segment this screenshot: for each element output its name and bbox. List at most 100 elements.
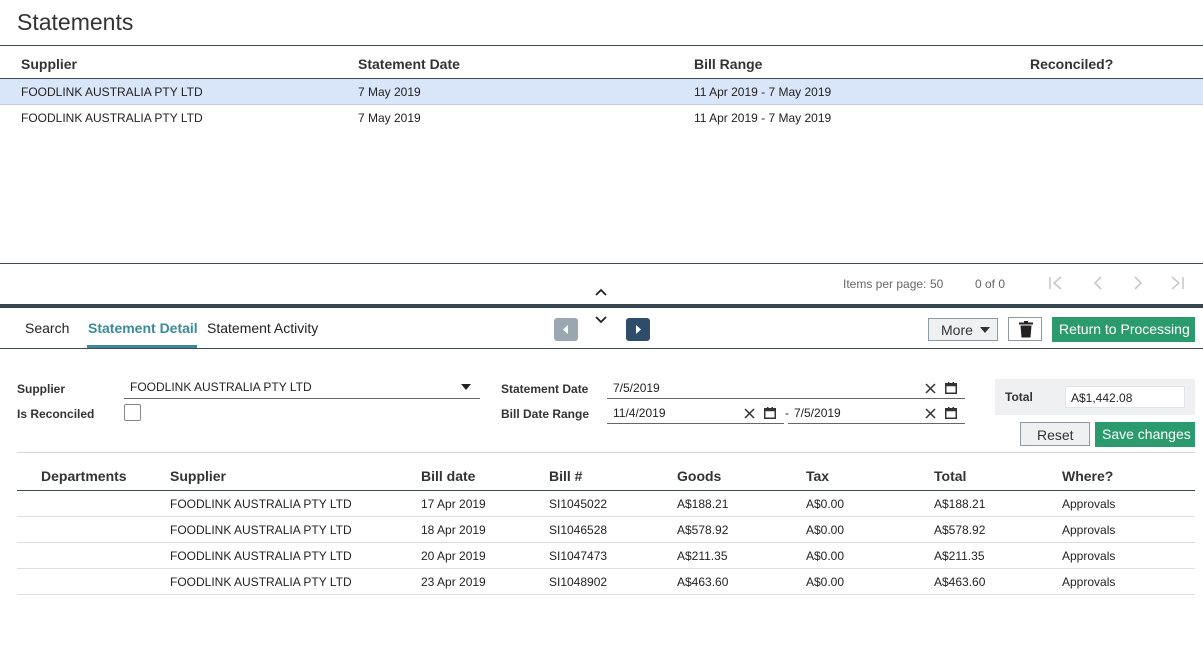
column-header-reconciled[interactable]: Reconciled?: [1030, 56, 1113, 72]
column-header-tax[interactable]: Tax: [806, 468, 829, 484]
bill-tax: A$0.00: [806, 549, 845, 563]
return-to-processing-button[interactable]: Return to Processing: [1052, 317, 1195, 342]
collapse-up-icon[interactable]: [594, 287, 608, 297]
trash-icon: [1019, 321, 1033, 338]
is-reconciled-label: Is Reconciled: [17, 407, 95, 421]
total-label: Total: [1005, 390, 1033, 404]
bill-date: 17 Apr 2019: [421, 497, 486, 511]
page-title: Statements: [17, 9, 134, 35]
statement-row[interactable]: FOODLINK AUSTRALIA PTY LTD 7 May 2019 11…: [0, 105, 1203, 131]
bill-date-from-input[interactable]: 11/4/2019: [613, 406, 666, 420]
statement-date-label: Statement Date: [501, 382, 589, 396]
statements-grid-header: Supplier Statement Date Bill Range Recon…: [0, 46, 1203, 79]
bill-date-to-calendar-icon[interactable]: [945, 407, 957, 419]
tab-search[interactable]: Search: [25, 320, 69, 336]
statement-bill-range: 11 Apr 2019 - 7 May 2019: [694, 85, 832, 99]
total-value: A$1,442.08: [1071, 391, 1133, 405]
bill-tax: A$0.00: [806, 575, 845, 589]
panel-splitter[interactable]: [0, 304, 1203, 308]
bill-where: Approvals: [1062, 497, 1116, 511]
bill-number: SI1046528: [549, 523, 608, 537]
bill-number: SI1047473: [549, 549, 608, 563]
items-per-page-select[interactable]: 50: [930, 277, 943, 291]
statement-supplier: FOODLINK AUSTRALIA PTY LTD: [21, 111, 203, 125]
bill-where: Approvals: [1062, 575, 1116, 589]
bill-supplier: FOODLINK AUSTRALIA PTY LTD: [170, 523, 352, 537]
bill-row[interactable]: FOODLINK AUSTRALIA PTY LTD 17 Apr 2019 S…: [17, 491, 1195, 517]
statement-date: 7 May 2019: [358, 85, 421, 99]
statement-supplier: FOODLINK AUSTRALIA PTY LTD: [21, 85, 203, 99]
bill-supplier: FOODLINK AUSTRALIA PTY LTD: [170, 497, 352, 511]
statement-date-underline: [607, 398, 965, 399]
bill-date-to-input[interactable]: 7/5/2019: [794, 406, 841, 420]
statement-date-input[interactable]: 7/5/2019: [613, 381, 660, 395]
bill-date: 18 Apr 2019: [421, 523, 486, 537]
bill-date: 20 Apr 2019: [421, 549, 486, 563]
previous-page-icon[interactable]: [1090, 275, 1106, 291]
bill-date-from-calendar-icon[interactable]: [764, 407, 776, 419]
tab-statement-activity[interactable]: Statement Activity: [207, 320, 318, 336]
column-header-supplier[interactable]: Supplier: [21, 56, 77, 72]
column-header-bill-date[interactable]: Bill date: [421, 468, 475, 484]
tabs-divider: [0, 348, 1203, 349]
bill-date: 23 Apr 2019: [421, 575, 486, 589]
return-to-processing-label: Return to Processing: [1059, 321, 1190, 337]
statement-date-calendar-icon[interactable]: [945, 382, 957, 394]
more-button-label: More: [941, 322, 973, 338]
expand-down-icon[interactable]: [594, 315, 608, 325]
bills-grid-header: Departments Supplier Bill date Bill # Go…: [17, 464, 1195, 491]
reset-button[interactable]: Reset: [1020, 422, 1090, 446]
supplier-dropdown-icon[interactable]: [461, 384, 471, 390]
supplier-label: Supplier: [17, 382, 66, 396]
bill-number: SI1045022: [549, 497, 608, 511]
column-header-statement-date[interactable]: Statement Date: [358, 56, 460, 72]
tab-statement-detail[interactable]: Statement Detail: [88, 320, 198, 336]
save-changes-label: Save changes: [1102, 426, 1191, 442]
first-page-icon[interactable]: [1048, 275, 1064, 291]
bill-row[interactable]: FOODLINK AUSTRALIA PTY LTD 18 Apr 2019 S…: [17, 517, 1195, 543]
next-record-button[interactable]: [626, 318, 650, 341]
caret-left-icon: [563, 325, 568, 334]
bill-goods: A$463.60: [677, 575, 729, 589]
pager-range: 0 of 0: [975, 277, 1006, 291]
bill-total: A$211.35: [934, 549, 985, 563]
bill-row[interactable]: FOODLINK AUSTRALIA PTY LTD 20 Apr 2019 S…: [17, 543, 1195, 569]
statement-row[interactable]: FOODLINK AUSTRALIA PTY LTD 7 May 2019 11…: [0, 79, 1203, 105]
column-header-bill-number[interactable]: Bill #: [549, 468, 582, 484]
column-header-supplier[interactable]: Supplier: [170, 468, 226, 484]
bill-total: A$578.92: [934, 523, 986, 537]
column-header-departments[interactable]: Departments: [41, 468, 127, 484]
bill-total: A$188.21: [934, 497, 986, 511]
next-page-icon[interactable]: [1130, 275, 1146, 291]
column-header-total[interactable]: Total: [934, 468, 966, 484]
more-button[interactable]: More: [928, 318, 998, 341]
bill-goods: A$578.92: [677, 523, 729, 537]
column-header-where[interactable]: Where?: [1062, 468, 1113, 484]
previous-record-button[interactable]: [554, 318, 578, 341]
bill-goods: A$188.21: [677, 497, 729, 511]
bill-tax: A$0.00: [806, 523, 845, 537]
statement-bill-range: 11 Apr 2019 - 7 May 2019: [694, 111, 832, 125]
column-header-goods[interactable]: Goods: [677, 468, 721, 484]
last-page-icon[interactable]: [1169, 275, 1185, 291]
items-per-page-label: Items per page:: [843, 277, 927, 291]
bill-where: Approvals: [1062, 549, 1116, 563]
delete-button[interactable]: [1008, 317, 1042, 341]
bill-date-range-label: Bill Date Range: [501, 407, 590, 421]
caret-right-icon: [636, 325, 641, 334]
bill-supplier: FOODLINK AUSTRALIA PTY LTD: [170, 549, 352, 563]
clear-bill-date-to-icon[interactable]: [925, 408, 936, 419]
column-header-bill-range[interactable]: Bill Range: [694, 56, 762, 72]
save-changes-button[interactable]: Save changes: [1095, 422, 1195, 447]
supplier-select[interactable]: FOODLINK AUSTRALIA PTY LTD: [130, 380, 312, 394]
total-input[interactable]: A$1,442.08: [1065, 386, 1185, 408]
clear-bill-date-from-icon[interactable]: [744, 408, 755, 419]
bill-row[interactable]: FOODLINK AUSTRALIA PTY LTD 23 Apr 2019 S…: [17, 569, 1195, 595]
bill-total: A$463.60: [934, 575, 986, 589]
pager-divider: [0, 263, 1203, 264]
is-reconciled-checkbox[interactable]: [124, 404, 141, 421]
form-divider: [17, 452, 1195, 453]
clear-statement-date-icon[interactable]: [925, 383, 936, 394]
range-separator: -: [785, 406, 789, 420]
statement-date: 7 May 2019: [358, 111, 421, 125]
